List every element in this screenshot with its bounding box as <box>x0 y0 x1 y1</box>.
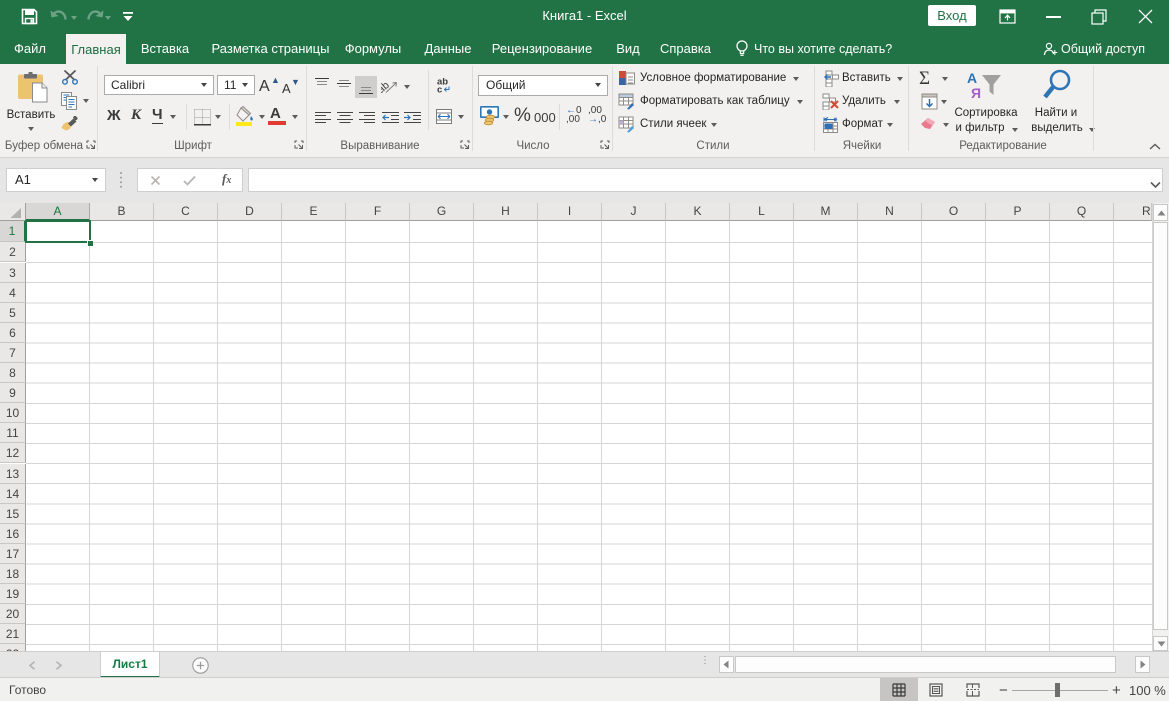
svg-text:А: А <box>967 70 977 86</box>
svg-text:Я: Я <box>971 85 981 101</box>
svg-text:c: c <box>437 85 442 94</box>
